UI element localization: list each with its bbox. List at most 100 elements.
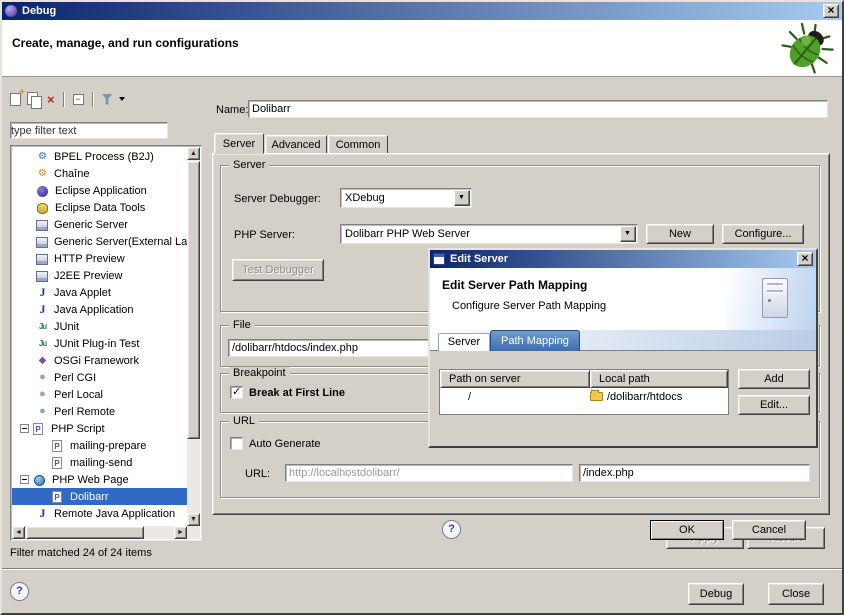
path-mapping-table: Path on server Local path / /dolibarr/ht… [439,369,729,415]
tree-item[interactable]: PHP Script [12,420,188,437]
duplicate-config-icon[interactable] [27,92,41,107]
ok-button[interactable]: OK [650,520,724,540]
tree-item[interactable]: Java Application [12,301,188,318]
java-icon [36,303,49,316]
tree-item-selected[interactable]: Dolibarr [12,488,188,505]
table-row[interactable]: / /dolibarr/htdocs [440,388,728,405]
dialog-subheading: Configure Server Path Mapping [452,300,606,312]
java-icon [36,286,49,299]
config-tree: BPEL Process (B2J) Chaîne Eclipse Applic… [10,145,202,541]
dialog-tab-server[interactable]: Server [438,333,490,351]
eclipse-icon [37,186,48,197]
collapse-all-icon[interactable]: − [73,94,84,105]
edit-server-dialog: Edit Server Edit Server Path Mapping Con… [428,248,818,448]
dialog-banner: Edit Server Path Mapping Configure Serve… [430,268,816,330]
tree-item[interactable]: mailing-send [12,454,188,471]
chevron-down-icon[interactable] [119,97,125,101]
tree-item[interactable]: mailing-prepare [12,437,188,454]
tree-item[interactable]: Perl Local [12,386,188,403]
dialog-titlebar: Edit Server [430,250,816,268]
add-mapping-button[interactable]: Add [738,369,810,389]
server-icon [36,237,48,248]
name-label: Name: [216,104,248,116]
tree-item[interactable]: JUnit Plug-in Test [12,335,188,352]
tree-item[interactable]: PHP Web Page [12,471,188,488]
tree-item[interactable]: Remote Java Application [12,505,188,522]
tab-server[interactable]: Server [214,133,264,154]
new-launch-config-icon[interactable] [10,93,21,106]
tree-item[interactable]: HTTP Preview [12,250,188,267]
new-server-button[interactable]: New [646,224,714,244]
close-icon[interactable] [797,252,813,266]
scroll-right-icon[interactable]: ► [174,526,187,539]
help-button[interactable]: ? [10,582,29,601]
base-url-input[interactable] [285,464,573,482]
page-icon [52,491,62,503]
column-header-path-on-server[interactable]: Path on server [440,370,590,388]
php-server-select[interactable]: Dolibarr PHP Web Server [340,224,638,244]
filter-input[interactable] [10,122,168,139]
scroll-left-icon[interactable]: ◄ [12,526,25,539]
url-label: URL: [245,468,270,480]
server-group-title: Server [229,159,269,171]
chevron-down-icon[interactable] [620,226,636,242]
tree-item[interactable]: Perl CGI [12,369,188,386]
url-path-input[interactable] [579,464,810,482]
chevron-down-icon[interactable] [454,190,470,206]
tree-item[interactable]: Java Applet [12,284,188,301]
scrollbar-thumb[interactable] [26,526,144,539]
bug-icon [780,22,834,76]
tree-item[interactable]: Eclipse Application [12,182,188,199]
edit-mapping-button[interactable]: Edit... [738,395,810,415]
file-group-title: File [229,319,255,331]
collapse-expander-icon[interactable] [20,424,29,433]
tree-item[interactable]: Chaîne [12,165,188,182]
delete-config-icon[interactable]: × [47,93,55,106]
php-page-icon [33,423,43,435]
dialog-tabbar: Server Path Mapping [430,330,816,351]
tree-item[interactable]: Eclipse Data Tools [12,199,188,216]
name-input[interactable] [248,100,828,118]
cancel-button[interactable]: Cancel [732,520,806,540]
break-first-line-checkbox[interactable] [230,386,243,399]
tree-item[interactable]: OSGi Framework [12,352,188,369]
scroll-down-icon[interactable]: ▼ [187,513,200,526]
tree-item[interactable]: Generic Server(External La [12,233,188,250]
column-header-local-path[interactable]: Local path [590,370,728,388]
server-icon [36,254,48,265]
tree-item[interactable]: Generic Server [12,216,188,233]
server-debugger-select[interactable]: XDebug [340,188,472,208]
launch-config-toolbar: × − [10,89,125,109]
dialog-tab-path-mapping[interactable]: Path Mapping [490,330,580,351]
filter-status: Filter matched 24 of 24 items [10,547,152,559]
vertical-scrollbar[interactable]: ▲ ▼ [187,147,200,526]
osgi-icon [36,354,49,367]
dialog-help-button[interactable]: ? [442,520,461,539]
tab-common[interactable]: Common [328,135,388,154]
close-button[interactable]: Close [768,583,824,605]
server-stack-icon [762,278,788,318]
configure-button[interactable]: Configure... [722,224,804,244]
tab-advanced[interactable]: Advanced [265,135,327,154]
tree-item[interactable]: BPEL Process (B2J) [12,148,188,165]
close-icon[interactable] [823,4,839,18]
tree-item[interactable]: J2EE Preview [12,267,188,284]
server-icon [36,220,48,231]
dialog-heading: Edit Server Path Mapping [442,278,587,292]
scrollbar-thumb[interactable] [187,161,200,439]
tree-item[interactable]: JUnit [12,318,188,335]
window-titlebar: Debug [2,2,842,20]
perl-icon [36,371,49,384]
globe-icon [34,475,45,486]
debug-button[interactable]: Debug [688,583,744,605]
horizontal-scrollbar[interactable]: ◄ ► [12,526,187,539]
test-debugger-button[interactable]: Test Debugger [232,259,324,281]
scroll-up-icon[interactable]: ▲ [187,147,200,160]
filter-icon[interactable] [102,94,113,105]
folder-icon [590,392,603,401]
collapse-expander-icon[interactable] [20,475,29,484]
auto-generate-checkbox[interactable] [230,437,243,450]
php-page-icon [52,440,62,452]
tree-item[interactable]: Perl Remote [12,403,188,420]
bpel-icon [36,150,49,163]
